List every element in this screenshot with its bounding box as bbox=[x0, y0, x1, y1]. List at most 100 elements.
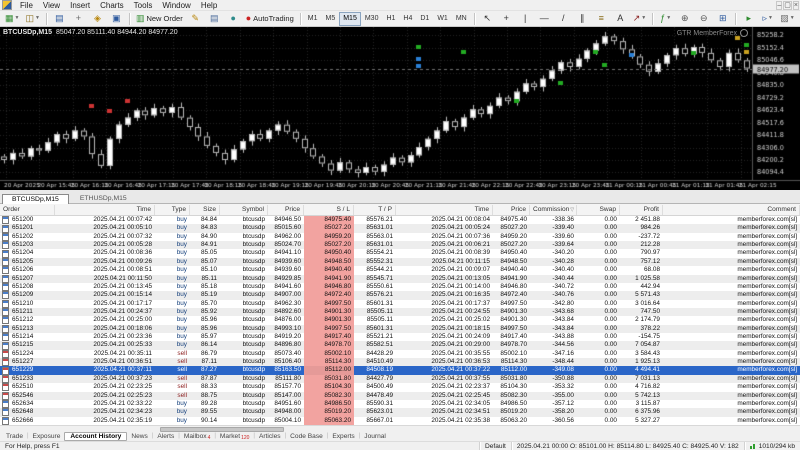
history-row[interactable]: 6512032025.04.21 00:05:28buy84.91btcusdp… bbox=[0, 241, 800, 249]
vertical-line-button[interactable]: | bbox=[517, 11, 534, 26]
timeframe-button-m5[interactable]: M5 bbox=[321, 12, 339, 26]
history-row[interactable]: 6512152025.04.21 00:25:33buy86.14btcusdp… bbox=[0, 341, 800, 349]
indicators-button[interactable]: ƒ▼ bbox=[657, 11, 674, 26]
tab-account-history[interactable]: Account History bbox=[64, 432, 127, 441]
navigator-button[interactable]: ◈ bbox=[89, 11, 106, 26]
horizontal-line-button[interactable]: — bbox=[536, 11, 553, 26]
history-row[interactable]: 6512002025.04.21 00:07:42buy84.84btcusdp… bbox=[0, 216, 800, 224]
horizontal-scrollbar[interactable] bbox=[0, 425, 800, 431]
fibonacci-button[interactable]: ≡ bbox=[593, 11, 610, 26]
tab-alerts[interactable]: Alerts bbox=[153, 433, 178, 440]
history-row[interactable]: 6526342025.04.21 02:33:22buy89.28btcusdp… bbox=[0, 400, 800, 408]
column-header-sl[interactable]: S / L bbox=[304, 205, 354, 215]
text-button[interactable]: A bbox=[612, 11, 629, 26]
tab-trade[interactable]: Trade bbox=[2, 433, 27, 440]
menu-item-tools[interactable]: Tools bbox=[129, 1, 158, 10]
timeframe-button-w1[interactable]: W1 bbox=[433, 12, 452, 26]
timeframe-button-h4[interactable]: H4 bbox=[399, 12, 416, 26]
chart-tab-btcusdp-m15[interactable]: BTCUSDp,M15 bbox=[2, 194, 69, 204]
history-row[interactable]: 6512292025.04.21 00:37:11sell87.27btcusd… bbox=[0, 366, 800, 374]
history-row[interactable]: 6512102025.04.21 00:17:17buy85.70btcusdp… bbox=[0, 300, 800, 308]
scrollbar-thumb[interactable] bbox=[160, 427, 284, 432]
tab-exposure[interactable]: Exposure bbox=[29, 433, 65, 440]
close-button[interactable]: × bbox=[793, 1, 799, 10]
data-window-button[interactable]: + bbox=[70, 11, 87, 26]
history-row[interactable]: 6512142025.04.21 00:23:36buy85.97btcusdp… bbox=[0, 333, 800, 341]
history-row[interactable]: 6512332025.04.21 00:37:23sell87.87btcusd… bbox=[0, 375, 800, 383]
column-header-symbol[interactable]: Symbol bbox=[220, 205, 268, 215]
column-header-profit[interactable]: Profit bbox=[620, 205, 663, 215]
timeframe-button-m30[interactable]: M30 bbox=[361, 12, 383, 26]
column-header-close-price[interactable]: Price bbox=[493, 205, 530, 215]
cursor-button[interactable]: ↖ bbox=[479, 11, 496, 26]
terminal-button[interactable]: ▣ bbox=[108, 11, 125, 26]
history-row[interactable]: 6525102025.04.21 02:23:25sell88.33btcusd… bbox=[0, 383, 800, 391]
menu-item-file[interactable]: File bbox=[15, 1, 38, 10]
minimize-button[interactable]: – bbox=[776, 1, 782, 10]
restore-button[interactable]: ▢ bbox=[783, 1, 792, 10]
column-header-size[interactable]: Size bbox=[190, 205, 220, 215]
history-row[interactable]: 6512022025.04.21 00:07:32buy84.90btcusdp… bbox=[0, 233, 800, 241]
history-row[interactable]: 6512112025.04.21 00:24:37buy85.92btcusdp… bbox=[0, 308, 800, 316]
column-header-comment[interactable]: Comment bbox=[663, 205, 800, 215]
tab-mailbox[interactable]: Mailbox4 bbox=[180, 433, 215, 440]
timeframe-button-m15[interactable]: M15 bbox=[339, 12, 361, 26]
tab-market[interactable]: Market120 bbox=[216, 433, 254, 440]
tab-news[interactable]: News bbox=[127, 433, 152, 440]
column-header-swap[interactable]: Swap bbox=[577, 205, 620, 215]
chart-tab-ethusdp-m15[interactable]: ETHUSDp,M15 bbox=[70, 193, 137, 203]
zoom-in-button[interactable]: ⊕ bbox=[676, 11, 693, 26]
history-row[interactable]: 6512072025.04.21 00:11:50buy85.11btcusdp… bbox=[0, 275, 800, 283]
market-watch-button[interactable]: ▤ bbox=[51, 11, 68, 26]
column-header-tp[interactable]: T / P bbox=[354, 205, 396, 215]
history-row[interactable]: 6512042025.04.21 00:08:36buy85.05btcusdp… bbox=[0, 249, 800, 257]
history-row[interactable]: 6512052025.04.21 00:09:26buy85.07btcusdp… bbox=[0, 258, 800, 266]
price-chart[interactable]: BTCUSDp,M1585047.20 85111.40 84944.20 84… bbox=[0, 27, 800, 190]
column-header-commission[interactable]: Commission▽ bbox=[530, 205, 577, 215]
history-row[interactable]: 6525462025.04.21 02:25:23sell88.75btcusd… bbox=[0, 392, 800, 400]
webterminal-button[interactable]: ● bbox=[225, 11, 242, 26]
trendline-button[interactable]: / bbox=[555, 11, 572, 26]
timeframe-button-m1[interactable]: M1 bbox=[304, 12, 322, 26]
status-profile[interactable]: Default bbox=[479, 442, 511, 450]
column-header-close-time[interactable]: Time bbox=[396, 205, 493, 215]
history-row[interactable]: 6512012025.04.21 00:05:10buy84.83btcusdp… bbox=[0, 224, 800, 232]
menu-item-view[interactable]: View bbox=[38, 1, 65, 10]
menu-item-charts[interactable]: Charts bbox=[95, 1, 129, 10]
history-row[interactable]: 6512062025.04.21 00:08:51buy85.10btcusdp… bbox=[0, 266, 800, 274]
history-row[interactable]: 6512122025.04.21 00:25:00buy85.96btcusdp… bbox=[0, 316, 800, 324]
menu-item-help[interactable]: Help bbox=[196, 1, 222, 10]
templates-button[interactable]: ▨▼ bbox=[778, 11, 796, 26]
print-button[interactable]: ▤ bbox=[206, 11, 223, 26]
history-row[interactable]: 6526482025.04.21 02:34:23buy89.55btcusdp… bbox=[0, 408, 800, 416]
autotrading-button[interactable]: ●AutoTrading bbox=[244, 11, 296, 26]
column-header-open-price[interactable]: Price bbox=[268, 205, 304, 215]
new-chart-button[interactable]: ▦▼ bbox=[3, 11, 21, 26]
channel-button[interactable]: ∥ bbox=[574, 11, 591, 26]
auto-scroll-button[interactable]: ▸ bbox=[740, 11, 757, 26]
crosshair-button[interactable]: + bbox=[498, 11, 515, 26]
zoom-out-button[interactable]: ⊖ bbox=[695, 11, 712, 26]
profiles-button[interactable]: ◫▼ bbox=[23, 11, 41, 26]
new-order-button[interactable]: ▥New Order bbox=[134, 11, 185, 26]
chart-shift-button[interactable]: ▹▼ bbox=[759, 11, 776, 26]
column-header-open-time[interactable]: Time bbox=[55, 205, 155, 215]
history-row[interactable]: 6526662025.04.21 02:35:19buy90.14btcusdp… bbox=[0, 417, 800, 425]
column-header-order[interactable]: Order bbox=[0, 205, 55, 215]
tile-windows-button[interactable]: ⊞ bbox=[714, 11, 731, 26]
timeframe-button-mn[interactable]: MN bbox=[452, 12, 471, 26]
arrows-button[interactable]: ↗▼ bbox=[631, 11, 649, 26]
tab-journal[interactable]: Journal bbox=[360, 433, 390, 440]
history-row[interactable]: 6512082025.04.21 00:13:45buy85.18btcusdp… bbox=[0, 283, 800, 291]
metaeditor-button[interactable]: ✎ bbox=[187, 11, 204, 26]
history-row[interactable]: 6512242025.04.21 00:35:11sell86.79btcusd… bbox=[0, 350, 800, 358]
timeframe-button-d1[interactable]: D1 bbox=[416, 12, 433, 26]
price-chart-canvas[interactable] bbox=[0, 27, 800, 190]
tab-experts[interactable]: Experts bbox=[328, 433, 358, 440]
history-row[interactable]: 6512132025.04.21 00:18:06buy85.96btcusdp… bbox=[0, 325, 800, 333]
column-header-type[interactable]: Type bbox=[155, 205, 190, 215]
menu-item-window[interactable]: Window bbox=[157, 1, 195, 10]
timeframe-button-h1[interactable]: H1 bbox=[382, 12, 399, 26]
tab-articles[interactable]: Articles bbox=[255, 433, 285, 440]
menu-item-insert[interactable]: Insert bbox=[65, 1, 95, 10]
